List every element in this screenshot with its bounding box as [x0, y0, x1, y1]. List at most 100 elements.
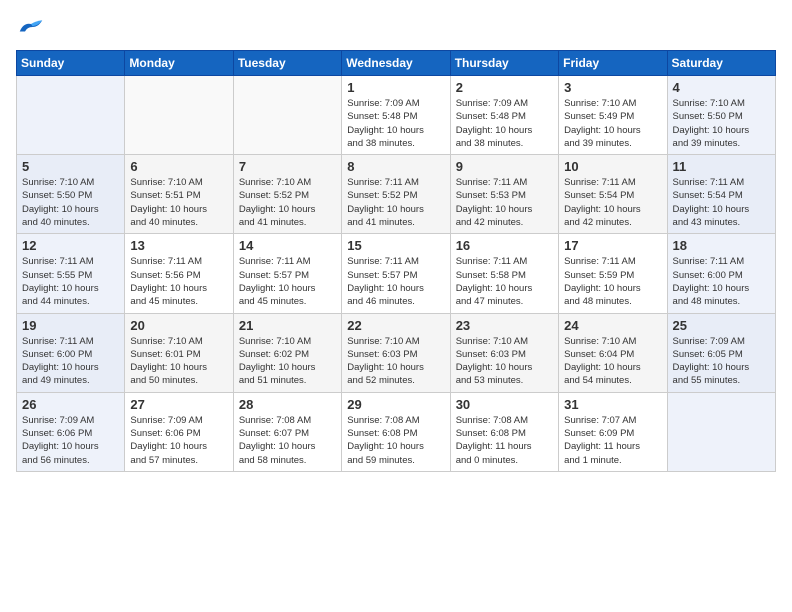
calendar-table: SundayMondayTuesdayWednesdayThursdayFrid…	[16, 50, 776, 472]
day-number: 30	[456, 397, 553, 412]
day-info: Sunrise: 7:09 AM Sunset: 5:48 PM Dayligh…	[456, 97, 553, 150]
weekday-header-friday: Friday	[559, 51, 667, 76]
day-info: Sunrise: 7:10 AM Sunset: 5:50 PM Dayligh…	[22, 176, 119, 229]
calendar-cell: 15 Sunrise: 7:11 AM Sunset: 5:57 PM Dayli…	[342, 234, 450, 313]
page-header	[16, 16, 776, 38]
day-info: Sunrise: 7:10 AM Sunset: 5:52 PM Dayligh…	[239, 176, 336, 229]
calendar-cell: 2 Sunrise: 7:09 AM Sunset: 5:48 PM Daylig…	[450, 76, 558, 155]
weekday-header-thursday: Thursday	[450, 51, 558, 76]
calendar-cell: 23Sunrise: 7:10 AM Sunset: 6:03 PM Dayli…	[450, 313, 558, 392]
day-number: 3	[564, 80, 661, 95]
day-number: 14	[239, 238, 336, 253]
logo-bird-icon	[16, 16, 46, 38]
day-info: Sunrise: 7:10 AM Sunset: 6:01 PM Dayligh…	[130, 335, 227, 388]
day-number: 26	[22, 397, 119, 412]
calendar-cell: 21 Sunrise: 7:10 AM Sunset: 6:02 PM Dayli…	[233, 313, 341, 392]
day-number: 9	[456, 159, 553, 174]
calendar-cell: 26 Sunrise: 7:09 AM Sunset: 6:06 PM Dayli…	[17, 392, 125, 471]
day-info: Sunrise: 7:08 AM Sunset: 6:08 PM Dayligh…	[347, 414, 444, 467]
calendar-cell	[233, 76, 341, 155]
calendar-cell: 20 Sunrise: 7:10 AM Sunset: 6:01 PM Dayli…	[125, 313, 233, 392]
day-number: 2	[456, 80, 553, 95]
day-info: Sunrise: 7:08 AM Sunset: 6:07 PM Dayligh…	[239, 414, 336, 467]
day-number: 31	[564, 397, 661, 412]
calendar-cell: 29 Sunrise: 7:08 AM Sunset: 6:08 PM Dayli…	[342, 392, 450, 471]
weekday-header-row: SundayMondayTuesdayWednesdayThursdayFrid…	[17, 51, 776, 76]
day-number: 8	[347, 159, 444, 174]
day-info: Sunrise: 7:09 AM Sunset: 6:06 PM Dayligh…	[22, 414, 119, 467]
weekday-header-wednesday: Wednesday	[342, 51, 450, 76]
calendar-cell: 17 Sunrise: 7:11 AM Sunset: 5:59 PM Dayli…	[559, 234, 667, 313]
calendar-cell: 7 Sunrise: 7:10 AM Sunset: 5:52 PM Daylig…	[233, 155, 341, 234]
day-info: Sunrise: 7:10 AM Sunset: 5:49 PM Dayligh…	[564, 97, 661, 150]
week-row-2: 5Sunrise: 7:10 AM Sunset: 5:50 PM Daylig…	[17, 155, 776, 234]
weekday-header-tuesday: Tuesday	[233, 51, 341, 76]
day-info: Sunrise: 7:07 AM Sunset: 6:09 PM Dayligh…	[564, 414, 661, 467]
day-info: Sunrise: 7:10 AM Sunset: 6:02 PM Dayligh…	[239, 335, 336, 388]
calendar-cell: 14 Sunrise: 7:11 AM Sunset: 5:57 PM Dayli…	[233, 234, 341, 313]
calendar-cell: 12 Sunrise: 7:11 AM Sunset: 5:55 PM Dayli…	[17, 234, 125, 313]
day-info: Sunrise: 7:11 AM Sunset: 5:54 PM Dayligh…	[673, 176, 770, 229]
calendar-cell	[667, 392, 775, 471]
week-row-4: 19Sunrise: 7:11 AM Sunset: 6:00 PM Dayli…	[17, 313, 776, 392]
day-info: Sunrise: 7:11 AM Sunset: 5:54 PM Dayligh…	[564, 176, 661, 229]
day-info: Sunrise: 7:11 AM Sunset: 5:52 PM Dayligh…	[347, 176, 444, 229]
week-row-3: 12 Sunrise: 7:11 AM Sunset: 5:55 PM Dayli…	[17, 234, 776, 313]
day-info: Sunrise: 7:11 AM Sunset: 6:00 PM Dayligh…	[673, 255, 770, 308]
calendar-cell: 5Sunrise: 7:10 AM Sunset: 5:50 PM Daylig…	[17, 155, 125, 234]
day-number: 15	[347, 238, 444, 253]
day-number: 12	[22, 238, 119, 253]
calendar-cell: 24 Sunrise: 7:10 AM Sunset: 6:04 PM Dayli…	[559, 313, 667, 392]
day-number: 25	[673, 318, 770, 333]
day-number: 21	[239, 318, 336, 333]
calendar-cell: 18 Sunrise: 7:11 AM Sunset: 6:00 PM Dayli…	[667, 234, 775, 313]
calendar-cell: 31 Sunrise: 7:07 AM Sunset: 6:09 PM Dayli…	[559, 392, 667, 471]
day-number: 18	[673, 238, 770, 253]
calendar-cell: 25 Sunrise: 7:09 AM Sunset: 6:05 PM Dayli…	[667, 313, 775, 392]
calendar-cell: 1 Sunrise: 7:09 AM Sunset: 5:48 PM Daylig…	[342, 76, 450, 155]
calendar-cell: 9 Sunrise: 7:11 AM Sunset: 5:53 PM Daylig…	[450, 155, 558, 234]
day-info: Sunrise: 7:10 AM Sunset: 6:03 PM Dayligh…	[456, 335, 553, 388]
weekday-header-monday: Monday	[125, 51, 233, 76]
calendar-cell: 22 Sunrise: 7:10 AM Sunset: 6:03 PM Dayli…	[342, 313, 450, 392]
day-number: 19	[22, 318, 119, 333]
day-number: 1	[347, 80, 444, 95]
calendar-cell: 10 Sunrise: 7:11 AM Sunset: 5:54 PM Dayli…	[559, 155, 667, 234]
day-number: 29	[347, 397, 444, 412]
calendar-cell: 27 Sunrise: 7:09 AM Sunset: 6:06 PM Dayli…	[125, 392, 233, 471]
calendar-cell: 13Sunrise: 7:11 AM Sunset: 5:56 PM Dayli…	[125, 234, 233, 313]
calendar-cell: 19Sunrise: 7:11 AM Sunset: 6:00 PM Dayli…	[17, 313, 125, 392]
day-number: 7	[239, 159, 336, 174]
calendar-cell: 6Sunrise: 7:10 AM Sunset: 5:51 PM Daylig…	[125, 155, 233, 234]
day-info: Sunrise: 7:11 AM Sunset: 5:57 PM Dayligh…	[239, 255, 336, 308]
week-row-1: 1 Sunrise: 7:09 AM Sunset: 5:48 PM Daylig…	[17, 76, 776, 155]
calendar-cell: 8 Sunrise: 7:11 AM Sunset: 5:52 PM Daylig…	[342, 155, 450, 234]
day-number: 28	[239, 397, 336, 412]
day-info: Sunrise: 7:11 AM Sunset: 5:53 PM Dayligh…	[456, 176, 553, 229]
logo	[16, 16, 52, 38]
day-number: 17	[564, 238, 661, 253]
day-info: Sunrise: 7:11 AM Sunset: 5:59 PM Dayligh…	[564, 255, 661, 308]
day-info: Sunrise: 7:11 AM Sunset: 5:57 PM Dayligh…	[347, 255, 444, 308]
day-number: 10	[564, 159, 661, 174]
calendar-cell: 11 Sunrise: 7:11 AM Sunset: 5:54 PM Dayli…	[667, 155, 775, 234]
day-info: Sunrise: 7:10 AM Sunset: 6:03 PM Dayligh…	[347, 335, 444, 388]
day-info: Sunrise: 7:09 AM Sunset: 5:48 PM Dayligh…	[347, 97, 444, 150]
day-number: 24	[564, 318, 661, 333]
calendar-cell: 16Sunrise: 7:11 AM Sunset: 5:58 PM Dayli…	[450, 234, 558, 313]
day-number: 27	[130, 397, 227, 412]
day-info: Sunrise: 7:11 AM Sunset: 5:55 PM Dayligh…	[22, 255, 119, 308]
day-number: 11	[673, 159, 770, 174]
weekday-header-saturday: Saturday	[667, 51, 775, 76]
day-number: 13	[130, 238, 227, 253]
day-info: Sunrise: 7:10 AM Sunset: 5:50 PM Dayligh…	[673, 97, 770, 150]
day-info: Sunrise: 7:09 AM Sunset: 6:05 PM Dayligh…	[673, 335, 770, 388]
day-info: Sunrise: 7:10 AM Sunset: 6:04 PM Dayligh…	[564, 335, 661, 388]
day-info: Sunrise: 7:11 AM Sunset: 5:58 PM Dayligh…	[456, 255, 553, 308]
day-info: Sunrise: 7:09 AM Sunset: 6:06 PM Dayligh…	[130, 414, 227, 467]
day-number: 6	[130, 159, 227, 174]
day-number: 20	[130, 318, 227, 333]
day-number: 22	[347, 318, 444, 333]
day-number: 4	[673, 80, 770, 95]
calendar-cell: 30Sunrise: 7:08 AM Sunset: 6:08 PM Dayli…	[450, 392, 558, 471]
